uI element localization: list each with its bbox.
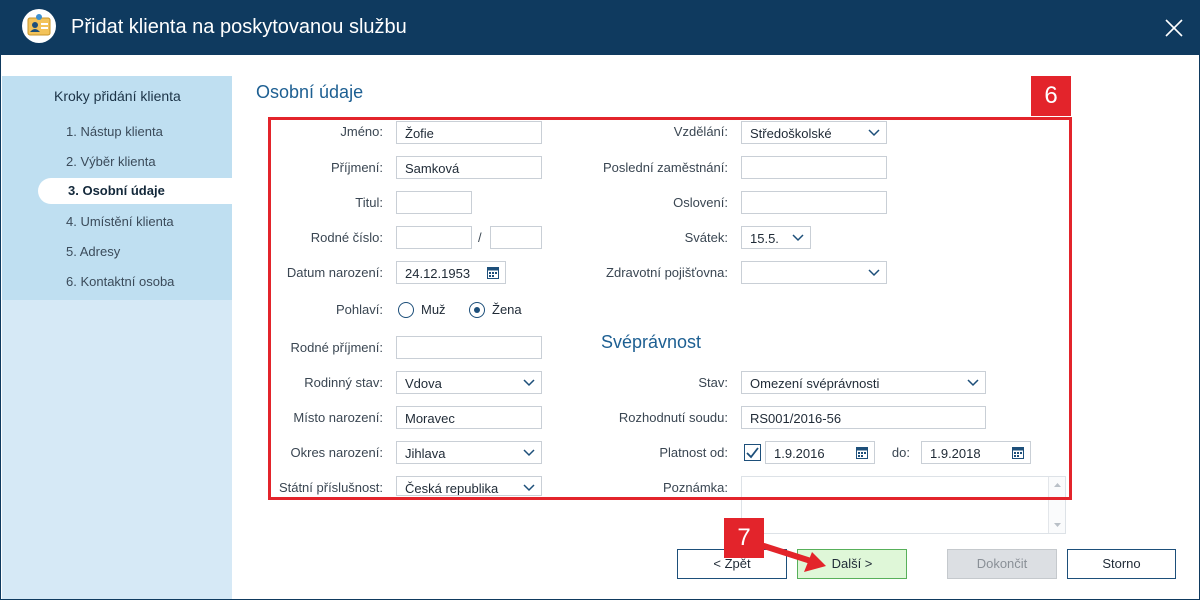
annotation-arrow-icon: [761, 543, 826, 572]
annotation-highlight-box: [268, 117, 1072, 500]
step-active-label: 3. Osobní údaje: [68, 183, 165, 198]
step-adresy[interactable]: 5. Adresy: [66, 244, 120, 259]
client-card-icon: [22, 9, 56, 43]
step-osobni-udaje[interactable]: 3. Osobní údaje: [38, 178, 232, 204]
finish-button[interactable]: Dokončit: [947, 549, 1057, 579]
close-icon[interactable]: [1158, 12, 1190, 44]
window-title: Přidat klienta na poskytovanou službu: [71, 16, 407, 38]
annotation-badge-6: 6: [1031, 76, 1071, 116]
step-vyber-klienta[interactable]: 2. Výběr klienta: [66, 154, 156, 169]
section-title: Osobní údaje: [256, 82, 364, 102]
steps-sidebar: Kroky přidání klienta 1. Nástup klienta …: [2, 76, 232, 599]
steps-panel: Kroky přidání klienta 1. Nástup klienta …: [2, 76, 232, 300]
annotation-badge-7: 7: [724, 518, 764, 558]
title-bar: Přidat klienta na poskytovanou službu: [0, 0, 1200, 55]
step-kontaktni-osoba[interactable]: 6. Kontaktní osoba: [66, 274, 174, 289]
step-nastup-klienta[interactable]: 1. Nástup klienta: [66, 124, 163, 139]
cancel-button[interactable]: Storno: [1067, 549, 1176, 579]
steps-heading: Kroky přidání klienta: [54, 88, 181, 104]
step-umisteni-klienta[interactable]: 4. Umístění klienta: [66, 214, 174, 229]
